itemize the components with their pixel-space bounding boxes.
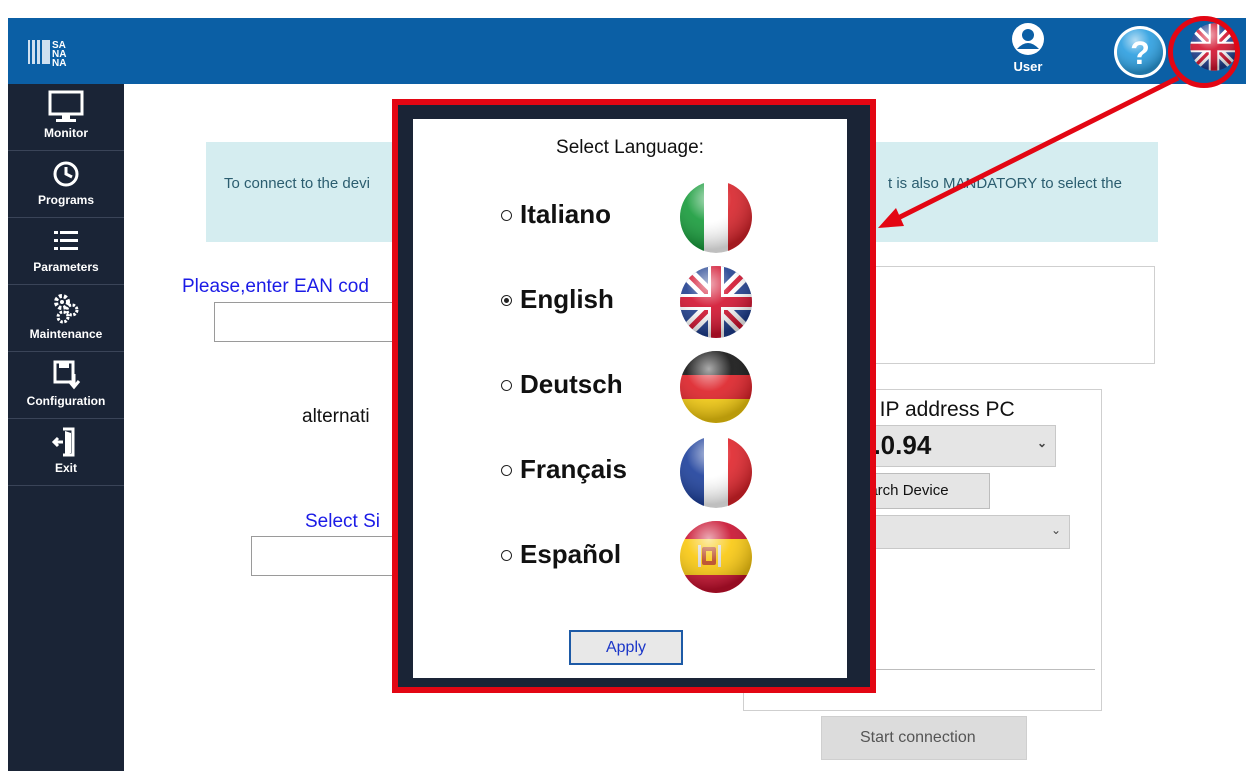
gears-icon — [54, 294, 79, 324]
info-text-right: t is also MANDATORY to select the — [888, 175, 1122, 192]
sidebar-item-label: Programs — [37, 193, 95, 207]
clock-icon — [53, 161, 79, 187]
uk-flag-icon — [680, 266, 752, 338]
sidebar-item-monitor[interactable]: Monitor — [8, 84, 124, 151]
svg-text:?: ? — [1130, 35, 1150, 71]
sidebar-item-programs[interactable]: Programs — [8, 151, 124, 218]
france-flag-icon — [680, 436, 752, 508]
language-option-italiano[interactable]: Italiano — [501, 179, 801, 259]
svg-text:NA: NA — [52, 58, 66, 69]
device-select[interactable]: ⌄ — [850, 515, 1070, 549]
info-text-left: To connect to the devi — [224, 175, 370, 192]
sidebar-item-label: Exit — [54, 461, 77, 475]
ip-address-label: t IP address PC — [868, 398, 1015, 421]
radio-italiano[interactable] — [501, 210, 512, 221]
monitor-icon — [48, 90, 84, 122]
language-label: English — [520, 284, 614, 314]
language-label: Français — [520, 454, 627, 484]
search-device-button[interactable]: earch Device — [856, 473, 990, 509]
language-dialog-frame: Select Language: Italiano English Deutsc… — [392, 99, 876, 693]
save-download-icon — [53, 360, 81, 390]
user-icon — [1012, 23, 1044, 55]
radio-deutsch[interactable] — [501, 380, 512, 391]
ean-label: Please,enter EAN cod — [182, 276, 369, 297]
top-bar: SA NA NA User ? — [8, 18, 1246, 84]
language-option-deutsch[interactable]: Deutsch — [501, 349, 801, 429]
start-connection-label: Start connection — [860, 729, 976, 746]
sidebar-item-label: Monitor — [44, 126, 88, 140]
sidebar-item-label: Parameters — [33, 260, 99, 274]
info-panel — [840, 266, 1155, 364]
chevron-down-icon: ⌄ — [1036, 436, 1047, 450]
site-input[interactable] — [251, 536, 403, 576]
ean-input[interactable] — [214, 302, 406, 342]
radio-espanol[interactable] — [501, 550, 512, 561]
language-option-francais[interactable]: Français — [501, 434, 801, 514]
annotation-circle — [1168, 16, 1240, 88]
language-label: Italiano — [520, 199, 612, 229]
select-site-label: Select Si — [305, 511, 380, 532]
spain-flag-icon — [680, 521, 752, 593]
user-button[interactable]: User — [998, 22, 1058, 80]
radio-francais[interactable] — [501, 465, 512, 476]
start-connection-button[interactable]: Start connection — [821, 716, 1027, 760]
user-label: User — [1013, 59, 1043, 74]
language-label: Español — [520, 539, 622, 569]
language-label: Deutsch — [520, 369, 623, 399]
sidebar-item-label: Maintenance — [29, 327, 103, 341]
italy-flag-icon — [680, 181, 752, 253]
sana-logo: SA NA NA — [26, 32, 88, 72]
ip-address-select[interactable]: 5.0.94 ⌄ — [850, 425, 1056, 467]
help-button[interactable]: ? — [1112, 24, 1168, 85]
radio-english[interactable] — [501, 295, 512, 306]
exit-door-icon — [51, 427, 75, 457]
sidebar-item-label: Configuration — [26, 394, 106, 408]
chevron-down-icon: ⌄ — [1050, 523, 1061, 537]
language-option-english[interactable]: English — [501, 264, 801, 344]
language-dialog: Select Language: Italiano English Deutsc… — [413, 119, 847, 678]
alternative-label: alternati — [302, 406, 370, 427]
sidebar-item-parameters[interactable]: Parameters — [8, 218, 124, 285]
sidebar-item-exit[interactable]: Exit — [8, 419, 124, 486]
sidebar: Monitor Programs Parameters Maintenance — [8, 84, 124, 771]
list-icon — [54, 231, 78, 250]
help-icon: ? — [1114, 26, 1166, 78]
language-option-espanol[interactable]: Español — [501, 519, 801, 599]
dialog-title: Select Language: — [556, 137, 704, 158]
sidebar-item-maintenance[interactable]: Maintenance — [8, 285, 124, 352]
sidebar-item-configuration[interactable]: Configuration — [8, 352, 124, 419]
germany-flag-icon — [680, 351, 752, 423]
apply-button[interactable]: Apply — [569, 630, 683, 665]
